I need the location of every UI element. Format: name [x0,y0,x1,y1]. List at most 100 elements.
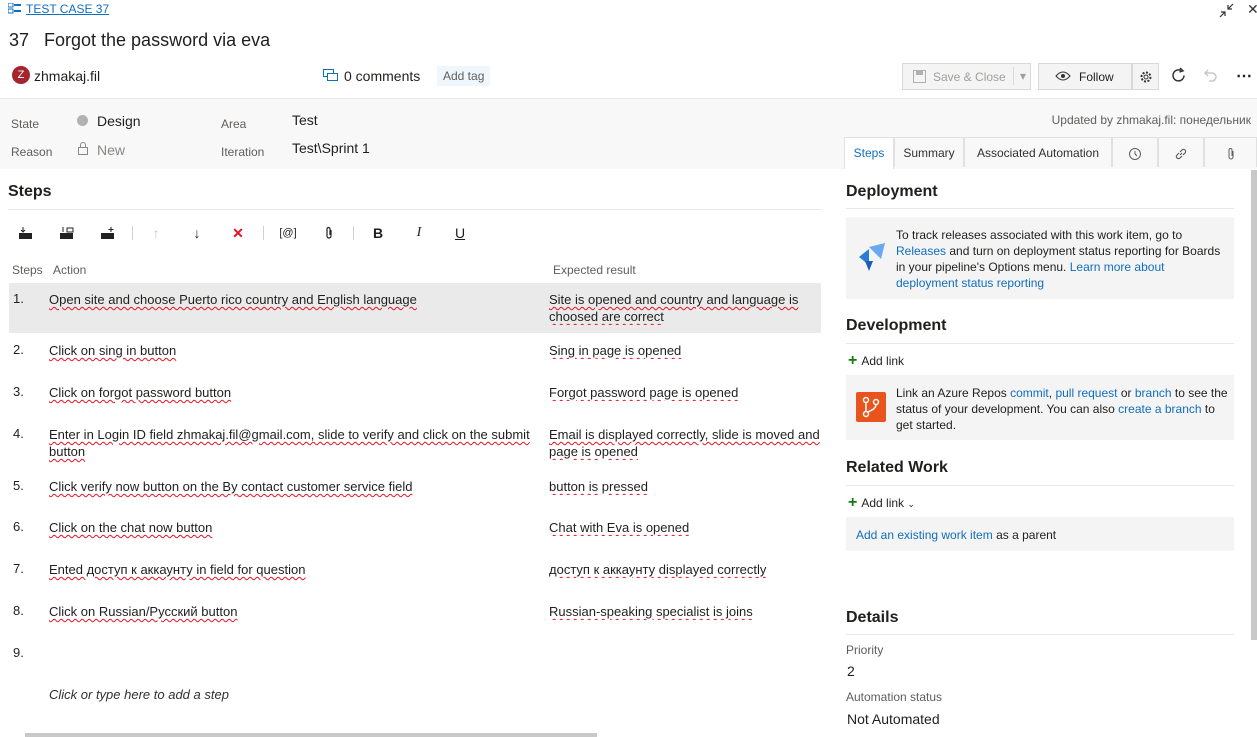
as-parent-text: as a parent [996,528,1057,542]
save-close-button[interactable]: Save & Close ▾ [902,63,1031,90]
step-action[interactable]: Click on sing in button [49,342,539,359]
link-icon [1175,148,1187,159]
insert-shared-steps-icon[interactable] [55,222,79,244]
step-expected[interactable]: Email is displayed correctly, slide is m… [549,426,821,460]
chevron-down-icon[interactable]: ▾ [1012,67,1026,85]
deployment-text: To track releases associated with this w… [896,227,1226,291]
table-row[interactable]: 9. [9,637,821,679]
step-action[interactable]: Click on the chat now button [49,519,539,536]
development-add-link[interactable]: + Add link [848,352,904,370]
step-expected[interactable]: Chat with Eva is opened [549,519,821,536]
comment-icon[interactable] [323,69,338,82]
work-item-header: TEST CASE 37 37 Forgot the password via … [0,0,1257,98]
deployment-title: Deployment [846,183,938,200]
insert-step-icon[interactable] [14,222,38,244]
step-expected[interactable]: Forgot password page is opened [549,384,821,401]
step-action[interactable]: Click verify now button on the By contac… [49,478,539,495]
tab-summary[interactable]: Summary [894,137,964,167]
related-add-link[interactable]: + Add link ⌄ [848,494,915,512]
step-action[interactable]: Ented доступ к аккаунту in field for que… [49,561,539,578]
comments-count[interactable]: 0 comments [344,68,420,84]
step-expected[interactable]: доступ к аккаунту displayed correctly [549,561,821,578]
step-expected[interactable]: Russian-speaking specialist is joins [549,603,821,620]
avatar: Z [12,66,30,84]
arrow-down-icon[interactable]: ↓ [185,222,209,244]
automation-status-value[interactable]: Not Automated [847,711,940,727]
divider [846,208,1234,209]
underline-icon[interactable]: U [448,222,472,244]
create-shared-steps-icon[interactable] [96,222,120,244]
table-row[interactable]: 1. Open site and choose Puerto rico coun… [9,283,821,333]
toolbar-separator [353,226,354,240]
area-value[interactable]: Test [292,112,318,128]
column-header-steps: Steps [12,263,43,277]
add-link-label: Add link [861,354,905,368]
step-action[interactable]: Enter in Login ID field zhmakaj.fil@gmai… [49,426,539,460]
table-row[interactable]: 6. Click on the chat now button Chat wit… [9,511,821,553]
right-pane-tabs: Steps Summary Associated Automation [844,137,1257,169]
table-row[interactable]: 4. Enter in Login ID field zhmakaj.fil@g… [9,418,821,470]
insert-parameter-icon[interactable]: [@] [276,222,300,244]
work-item-type-link[interactable]: TEST CASE 37 [26,2,109,16]
pull-request-link[interactable]: pull request [1055,386,1117,400]
close-icon[interactable]: ✕ [1247,1,1257,18]
column-header-expected: Expected result [553,263,636,277]
column-header-action: Action [53,263,87,277]
branch-link[interactable]: branch [1135,386,1172,400]
plus-icon: + [848,494,858,511]
add-step-placeholder[interactable]: Click or type here to add a step [49,687,229,702]
step-number: 9. [13,645,24,660]
settings-button[interactable] [1132,63,1159,90]
paperclip-icon[interactable] [317,222,341,244]
work-item-title[interactable]: Forgot the password via eva [44,30,270,51]
create-branch-link[interactable]: create a branch [1118,402,1201,416]
toolbar-separator [132,226,133,240]
vertical-scrollbar[interactable] [1251,170,1257,640]
table-row[interactable]: 2. Click on sing in button Sing in page … [9,334,821,376]
assigned-to[interactable]: zhmakaj.fil [34,68,100,84]
iteration-value[interactable]: Test\Sprint 1 [292,140,370,156]
bold-icon[interactable]: B [366,222,390,244]
step-number: 8. [13,603,24,618]
horizontal-scrollbar[interactable] [25,733,597,737]
refresh-icon[interactable] [1170,67,1187,84]
tab-steps[interactable]: Steps [844,137,894,169]
arrow-up-icon[interactable]: ↑ [144,222,168,244]
tab-associated-automation[interactable]: Associated Automation [964,137,1112,167]
add-tag-button[interactable]: Add tag [437,66,491,86]
tab-history[interactable] [1112,137,1158,167]
releases-link[interactable]: Releases [896,244,946,258]
history-icon [1129,147,1141,160]
commit-link[interactable]: commit [1010,386,1049,400]
step-action[interactable]: Click on Russian/Русский button [49,603,539,620]
step-number: 5. [13,478,24,493]
development-text-1: Link an Azure Repos [896,386,1007,400]
automation-status-label: Automation status [846,690,943,704]
step-action[interactable]: Click on forgot password button [49,384,539,401]
table-row[interactable]: 8. Click on Russian/Русский button Russi… [9,595,821,637]
add-existing-work-item-link[interactable]: Add an existing work item [856,528,993,542]
step-action[interactable]: Open site and choose Puerto rico country… [49,291,539,308]
updated-by[interactable]: Updated by zhmakaj.fil: понедельник [1052,113,1251,127]
collapse-icon[interactable] [1219,3,1234,18]
table-row[interactable]: 3. Click on forgot password button Forgo… [9,376,821,418]
step-expected[interactable]: Sing in page is opened [549,342,821,359]
delete-step-icon[interactable]: ✕ [226,222,250,244]
table-row[interactable]: 5. Click verify now button on the By con… [9,470,821,512]
priority-value[interactable]: 2 [847,663,855,679]
table-row[interactable]: 7. Ented доступ к аккаунту in field for … [9,553,821,595]
step-number: 3. [13,384,24,399]
undo-icon[interactable] [1202,67,1218,83]
more-actions-icon[interactable]: ⋯ [1236,66,1252,86]
italic-icon[interactable]: I [407,222,431,244]
step-expected[interactable]: Site is opened and country and language … [549,291,821,325]
follow-button[interactable]: Follow [1038,63,1132,90]
step-expected[interactable]: button is pressed [549,478,821,495]
state-value[interactable]: Design [97,113,141,129]
tab-links[interactable] [1158,137,1204,167]
tab-attachments[interactable] [1204,137,1257,167]
deployment-text-1: To track releases associated with this w… [896,228,1183,242]
work-item-id: 37 [9,30,30,50]
details-title: Details [846,609,899,626]
gear-icon [1140,71,1152,83]
